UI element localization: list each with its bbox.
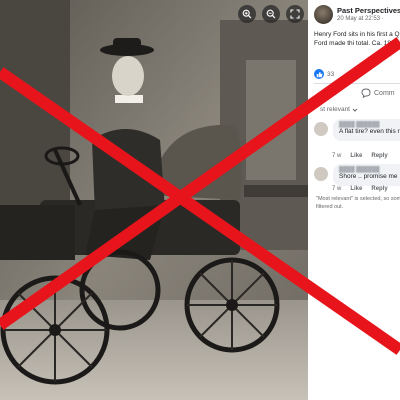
photo-viewer-controls	[238, 5, 304, 23]
share-icon[interactable]	[314, 88, 324, 106]
commenter-name[interactable]: ████ ██████	[339, 167, 400, 173]
reaction-count: 33	[327, 70, 335, 78]
comment-age: 7 w	[332, 153, 342, 159]
comment-meta: 7 w Like Reply	[332, 153, 388, 159]
divider	[314, 83, 400, 84]
comment-text: A flat tire? even this road dead..	[339, 128, 400, 135]
zoom-out-icon[interactable]	[262, 5, 280, 23]
post-actions: Comm	[314, 88, 400, 101]
reply-comment-button[interactable]: Reply	[371, 153, 387, 159]
zoom-in-icon[interactable]	[238, 5, 256, 23]
comment-filter-note: "Most relevant" is selected, so som been…	[316, 196, 400, 210]
comment-sort-dropdown[interactable]: st relevant	[320, 106, 358, 113]
comment-age: 7 w	[332, 186, 342, 192]
reply-comment-button[interactable]: Reply	[371, 186, 387, 192]
reactions-summary[interactable]: 33	[314, 69, 334, 79]
page-name[interactable]: Past Perspectives	[337, 6, 400, 15]
post-header: Past Perspectives 20 May at 22:53 ·	[314, 5, 400, 27]
page-avatar[interactable]	[314, 5, 333, 24]
comment-label: Comm	[374, 89, 395, 97]
comment-bubble: ████ ██████ Shore .. promise me	[333, 164, 400, 186]
comment-text: Shore .. promise me	[339, 173, 398, 180]
commenter-name[interactable]: ████ ██████	[339, 122, 400, 128]
like-comment-button[interactable]: Like	[350, 153, 362, 159]
comment-meta: 7 w Like Reply	[332, 186, 388, 192]
fullscreen-icon[interactable]	[286, 5, 304, 23]
commenter-avatar[interactable]	[314, 167, 328, 181]
commenter-avatar[interactable]	[314, 122, 328, 136]
comment-button[interactable]: Comm	[361, 88, 395, 98]
sort-label: st relevant	[320, 106, 350, 113]
post-caption: Henry Ford sits in his first a Quadricyc…	[314, 31, 400, 47]
post-panel: Past Perspectives 20 May at 22:53 · Henr…	[308, 0, 400, 400]
chevron-down-icon	[352, 108, 358, 112]
comment-bubble: ████ ██████ A flat tire? even this road …	[333, 119, 400, 141]
comment-icon	[361, 88, 371, 98]
post-photo	[0, 0, 308, 400]
like-comment-button[interactable]: Like	[350, 186, 362, 192]
like-icon	[314, 69, 324, 79]
post-timestamp[interactable]: 20 May at 22:53 ·	[337, 16, 384, 22]
